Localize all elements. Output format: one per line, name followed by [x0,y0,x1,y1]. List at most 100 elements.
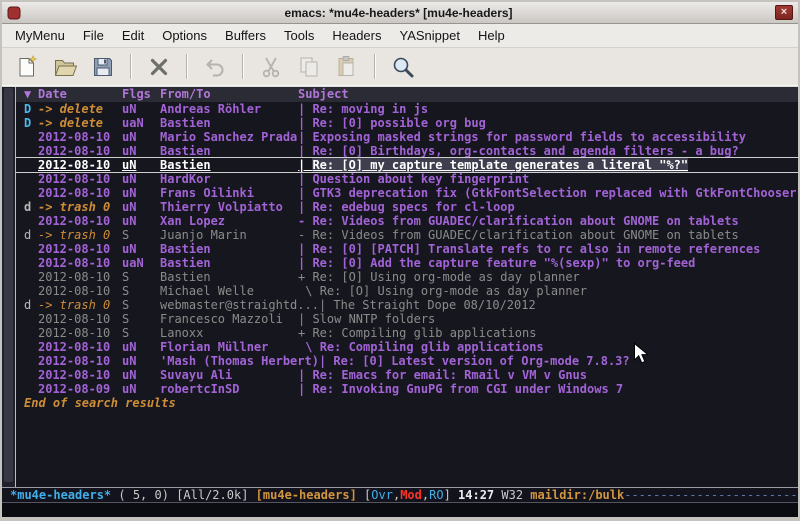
message-list: D -> delete uN Andreas Röhler | Re: movi… [16,102,798,396]
new-file-button[interactable] [12,52,42,82]
thread-separator: + [298,270,312,284]
modeline-segment: Mod [400,488,422,502]
open-file-button[interactable] [50,52,80,82]
copy-button[interactable] [294,52,324,82]
thread-separator: | [319,298,333,312]
column-header-subject[interactable]: Subject [298,87,349,102]
subject-cell: Re: Compiling glib applications [320,340,544,354]
message-row[interactable]: 2012-08-10 S Michael Welle \ Re: [O] Usi… [16,284,798,298]
titlebar[interactable]: emacs: *mu4e-headers* [mu4e-headers] × [2,2,798,24]
scrollbar[interactable] [2,87,16,487]
from-cell: Michael Welle [160,284,298,298]
app-icon [7,6,21,20]
close-buffer-button[interactable] [144,52,174,82]
cut-button[interactable] [256,52,286,82]
date-cell: -> delete [38,116,122,130]
message-row[interactable]: 2012-08-10 uN Suvayu Ali | Re: Emacs for… [16,368,798,382]
modeline-segment: maildir:/bulk [530,488,624,502]
window-title: emacs: *mu4e-headers* [mu4e-headers] [22,6,775,20]
thread-separator: | [319,354,333,368]
subject-cell: Re: [0] Birthdays, org-contacts and agen… [312,144,738,158]
menu-tools[interactable]: Tools [275,25,323,46]
date-cell: -> delete [38,102,122,116]
date-cell: -> trash 0 [38,200,122,214]
message-row[interactable]: 2012-08-10 uN Florian Müllner \ Re: Comp… [16,340,798,354]
from-cell: HardKor [160,172,298,186]
message-row[interactable]: 2012-08-10 S Francesco Mazzoli | Slow NN… [16,312,798,326]
from-cell: Thierry Volpiatto [160,200,298,214]
column-header-flags[interactable]: Flgs [122,87,160,102]
column-header-date[interactable]: Date [38,87,122,102]
new-file-icon [15,55,39,79]
message-row[interactable]: 2012-08-10 S Lanoxx + Re: Compiling glib… [16,326,798,340]
message-row[interactable]: D -> delete uN Andreas Röhler | Re: movi… [16,102,798,116]
thread-separator: | [298,256,312,270]
message-row[interactable]: 2012-08-10 uN Xan Lopez - Re: Videos fro… [16,214,798,228]
headers-view: ▼ Date Flgs From/To Subject D -> delete … [16,87,798,487]
toolbar-separator [242,54,244,79]
message-row[interactable]: 2012-08-10 uN Frans Oilinki | GTK3 depre… [16,186,798,200]
message-row[interactable]: 2012-08-10 uN 'Mash (Thomas Herbert) | R… [16,354,798,368]
search-button[interactable] [388,52,418,82]
copy-icon [297,55,321,79]
flags-cell: S [122,326,160,340]
from-cell: Xan Lopez [160,214,298,228]
message-row[interactable]: 2012-08-10 uN Bastien | Re: [O] my captu… [16,158,798,172]
date-cell: 2012-08-10 [38,214,122,228]
menu-mymenu[interactable]: MyMenu [6,25,74,46]
date-cell: 2012-08-10 [38,326,122,340]
subject-cell: GTK3 deprecation fix (GtkFontSelection r… [312,186,798,200]
save-buffer-button[interactable] [88,52,118,82]
subject-cell: Re: Compiling glib applications [312,326,536,340]
toolbar-separator [186,54,188,79]
menu-buffers[interactable]: Buffers [216,25,275,46]
message-row[interactable]: 2012-08-09 uN robertcInSD | Re: Invoking… [16,382,798,396]
mark-cell [24,256,38,270]
subject-cell: Re: edebug specs for cl-loop [312,200,514,214]
column-header-from[interactable]: From/To [160,87,298,102]
menu-edit[interactable]: Edit [113,25,153,46]
date-cell: 2012-08-10 [38,144,122,158]
undo-button[interactable] [200,52,230,82]
date-cell: 2012-08-10 [38,284,122,298]
modeline-segment: [mu4e-headers] [256,488,357,502]
message-row[interactable]: 2012-08-10 uN Mario Sanchez Prada | Expo… [16,130,798,144]
message-row[interactable]: 2012-08-10 uN Bastien | Re: [0] Birthday… [16,144,798,158]
message-row[interactable]: d -> trash 0 S Juanjo Marin - Re: Videos… [16,228,798,242]
menu-yasnippet[interactable]: YASnippet [390,25,468,46]
message-row[interactable]: d -> trash 0 uN Thierry Volpiatto | Re: … [16,200,798,214]
mark-cell [24,340,38,354]
mark-cell [24,326,38,340]
mark-cell [24,354,38,368]
menu-options[interactable]: Options [153,25,216,46]
paste-button[interactable] [332,52,362,82]
menu-help[interactable]: Help [469,25,514,46]
flags-cell: uN [122,368,160,382]
from-cell: Bastien [160,144,298,158]
toolbar [2,48,798,86]
message-row[interactable]: 2012-08-10 S Bastien + Re: [O] Using org… [16,270,798,284]
header-line: ▼ Date Flgs From/To Subject [16,87,798,102]
message-row[interactable]: 2012-08-10 uN HardKor | Question about k… [16,172,798,186]
message-row[interactable]: d -> trash 0 S webmaster@straightd... | … [16,298,798,312]
date-cell: 2012-08-10 [38,130,122,144]
mark-cell [24,270,38,284]
modeline-segment: Ovr [371,488,393,502]
flags-cell: S [122,270,160,284]
mark-cell [24,284,38,298]
from-cell: Mario Sanchez Prada [160,130,298,144]
message-row[interactable]: 2012-08-10 uaN Bastien | Re: [0] Add the… [16,256,798,270]
from-cell: Bastien [160,242,298,256]
message-row[interactable]: D -> delete uaN Bastien | Re: [0] possib… [16,116,798,130]
open-folder-icon [53,55,77,79]
close-button[interactable]: × [775,5,793,20]
sort-indicator[interactable]: ▼ [24,87,38,102]
close-buffer-icon [147,55,171,79]
scrollbar-thumb[interactable] [4,88,13,482]
echo-area[interactable] [2,503,798,517]
date-cell: 2012-08-10 [38,270,122,284]
menu-headers[interactable]: Headers [323,25,390,46]
menu-file[interactable]: File [74,25,113,46]
message-row[interactable]: 2012-08-10 uN Bastien | Re: [0] [PATCH] … [16,242,798,256]
from-cell: Bastien [160,116,298,130]
